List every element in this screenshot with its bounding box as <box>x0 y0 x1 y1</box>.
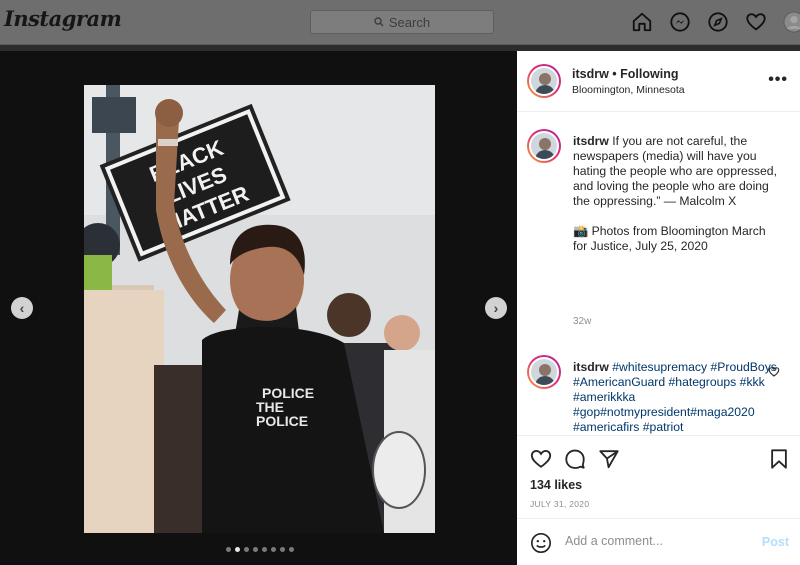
search-icon <box>374 17 384 27</box>
comment-icon[interactable] <box>564 448 586 470</box>
shirt-text-line-3: POLICE <box>256 413 308 429</box>
emoji-icon[interactable] <box>530 532 552 554</box>
more-options-button[interactable]: ••• <box>768 71 788 89</box>
profile-avatar[interactable] <box>782 10 800 34</box>
post-date: JULY 31, 2020 <box>530 499 590 509</box>
post-photo[interactable]: BLACK LIVES MATTER POLICE THE POLICE <box>84 85 435 533</box>
comment-avatar[interactable] <box>527 355 561 389</box>
post-header: itsdrw • Following Bloomington, Minnesot… <box>517 51 800 112</box>
explore-icon[interactable] <box>706 10 730 34</box>
comment-username[interactable]: itsdrw <box>573 360 609 374</box>
protest-photo-illustration: BLACK LIVES MATTER POLICE THE POLICE <box>84 85 435 533</box>
comment-text: itsdrw #whitesupremacy #ProudBoys #Ameri… <box>573 360 781 435</box>
caption-second-paragraph: 📸 Photos from Bloomington March for Just… <box>573 224 781 254</box>
comments-section[interactable]: itsdrw If you are not careful, the newsp… <box>517 113 800 435</box>
likes-count[interactable]: 134 likes <box>530 478 582 492</box>
carousel-dot <box>271 547 276 552</box>
post-side-panel: itsdrw • Following Bloomington, Minnesot… <box>517 51 800 565</box>
home-icon[interactable] <box>630 10 654 34</box>
following-status[interactable]: • Following <box>612 67 678 81</box>
search-placeholder: Search <box>388 14 431 30</box>
carousel-next-button[interactable]: › <box>485 297 507 319</box>
caption-body-2: Photos from Bloomington March for Justic… <box>573 224 766 253</box>
carousel-dot <box>280 547 285 552</box>
carousel-prev-button[interactable]: ‹ <box>11 297 33 319</box>
author-line: itsdrw • Following <box>572 67 678 81</box>
carousel-indicator <box>226 547 294 552</box>
search-box[interactable]: Search <box>310 10 494 34</box>
author-avatar[interactable] <box>527 64 561 98</box>
caption-avatar[interactable] <box>527 129 561 163</box>
post-actions: 134 likes JULY 31, 2020 <box>517 435 800 517</box>
comment-input[interactable] <box>565 534 745 548</box>
caption-username[interactable]: itsdrw <box>573 134 609 148</box>
carousel-dot <box>226 547 231 552</box>
camera-emoji: 📸 <box>573 224 589 238</box>
heart-icon[interactable] <box>744 10 768 34</box>
caption-age: 32w <box>573 316 592 327</box>
carousel-dot <box>289 547 294 552</box>
instagram-logo[interactable]: Instagram <box>4 6 122 31</box>
post-comment-button[interactable]: Post <box>762 535 789 549</box>
carousel-dot <box>253 547 258 552</box>
post-media-panel: BLACK LIVES MATTER POLICE THE POLICE ‹ › <box>0 51 517 565</box>
caption-text: itsdrw If you are not careful, the newsp… <box>573 134 781 254</box>
carousel-dot <box>262 547 267 552</box>
author-username[interactable]: itsdrw <box>572 67 609 81</box>
like-icon[interactable] <box>530 448 552 470</box>
top-navigation-bar: Instagram Search <box>0 0 800 45</box>
carousel-dot <box>244 547 249 552</box>
post-location[interactable]: Bloomington, Minnesota <box>572 84 685 96</box>
comment-like-icon[interactable] <box>768 366 780 378</box>
bookmark-icon[interactable] <box>768 448 790 470</box>
share-icon[interactable] <box>598 448 620 470</box>
add-comment-bar: Post <box>517 518 800 565</box>
carousel-dot <box>235 547 240 552</box>
messenger-icon[interactable] <box>668 10 692 34</box>
